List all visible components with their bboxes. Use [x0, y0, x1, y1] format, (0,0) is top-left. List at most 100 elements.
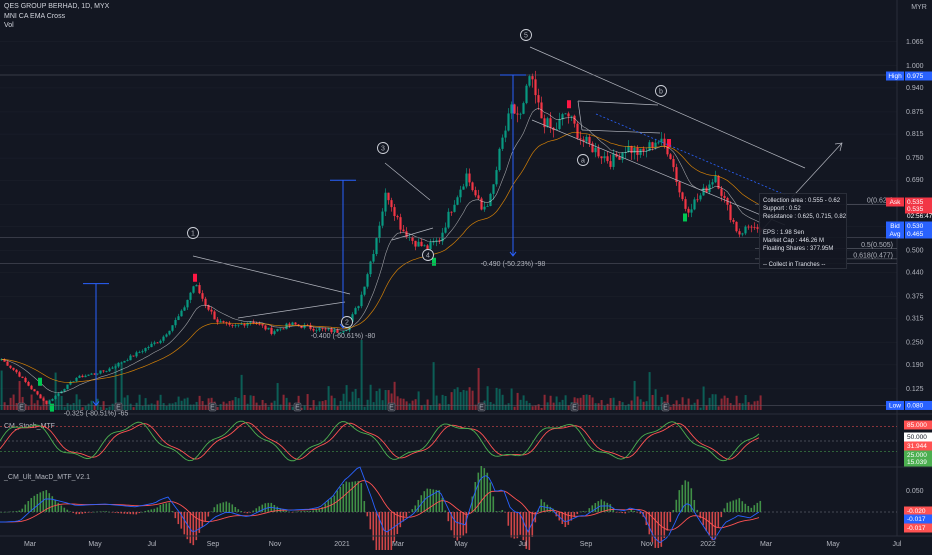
macd-histogram-bar [94, 512, 96, 513]
indicator-volume-label[interactable]: Vol [4, 22, 14, 29]
macd-histogram-bar [91, 512, 93, 513]
candle-body [468, 174, 470, 183]
wave-label-text: 2 [345, 319, 349, 326]
macd-histogram-bar [313, 510, 315, 512]
candle-body [9, 366, 11, 368]
candle-body [387, 193, 389, 200]
volume-bar [454, 389, 456, 410]
macd-histogram-bar [448, 512, 450, 521]
chart-stage[interactable]: 0(0.625)0.5(0.505)0.618(0.477)-0.325 (-8… [0, 0, 932, 550]
candle-body [219, 321, 221, 322]
candle-body [429, 242, 431, 249]
price-chart[interactable]: 0(0.625)0.5(0.505)0.618(0.477)-0.325 (-8… [0, 0, 932, 550]
volume-bar [670, 407, 672, 410]
candle-body [474, 190, 476, 195]
macd-histogram-bar [367, 512, 369, 516]
candle-body [354, 308, 356, 314]
candle-body [684, 199, 686, 209]
candle-body [243, 324, 245, 326]
macd-histogram-bar [166, 503, 168, 512]
macd-histogram-bar [172, 511, 174, 512]
volume-bar [55, 373, 57, 410]
candle-body [111, 368, 113, 369]
volume-bar [352, 392, 354, 410]
macd-histogram-bar [358, 481, 360, 512]
candle-body [324, 329, 326, 330]
volume-bar [265, 403, 267, 410]
measure-label: -0.325 (-80.51%) -65 [64, 410, 129, 417]
macd-histogram-bar [112, 512, 114, 513]
volume-bar [676, 400, 678, 410]
volume-bar [673, 404, 675, 410]
volume-bar [496, 388, 498, 410]
bid-value-label: 0.530 [907, 223, 924, 230]
macd-histogram-bar [760, 501, 762, 512]
macd-histogram-bar [217, 504, 219, 512]
candle-body [480, 199, 482, 210]
volume-bar [373, 402, 375, 410]
measure-label: -0.490 (-50.23%) -98 [481, 261, 546, 268]
candle-body [600, 156, 602, 158]
earnings-marker-label: E [210, 405, 215, 412]
info-line: Support : 0.52 [763, 205, 843, 213]
volume-bar [547, 402, 549, 410]
candle-body [267, 328, 269, 330]
macd-histogram-bar [244, 512, 246, 513]
volume-bar [580, 398, 582, 410]
volume-bar [538, 404, 540, 410]
macd-histogram-bar [433, 489, 435, 512]
macd-histogram-bar [52, 496, 54, 512]
time-tick-label: 2021 [334, 541, 350, 548]
candle-body [714, 176, 716, 182]
candle-body [681, 192, 683, 199]
candle-body [48, 401, 50, 404]
macd-histogram-bar [298, 511, 300, 512]
wave-label-text: b [659, 88, 663, 95]
candle-body [210, 310, 212, 312]
macd-histogram-bar [370, 512, 372, 529]
candle-body [519, 114, 521, 115]
candle-body [396, 216, 398, 217]
time-tick-label: May [826, 541, 840, 548]
candle-body [633, 148, 635, 153]
macd-histogram-bar [727, 503, 729, 512]
macd-histogram-bar [679, 490, 681, 512]
volume-bar [616, 406, 618, 410]
macd-histogram-bar [79, 512, 81, 514]
volume-bar [703, 387, 705, 410]
candle-body [135, 352, 137, 356]
candle-body [42, 398, 44, 400]
candle-body [513, 104, 515, 113]
macd-histogram-bar [97, 512, 99, 513]
volume-bar [31, 395, 33, 410]
volume-bar [709, 398, 711, 410]
candle-body [669, 154, 671, 159]
price-tick-label: 1.000 [906, 63, 924, 70]
candle-body [321, 328, 323, 329]
candle-body [612, 154, 614, 167]
macd-histogram-bar [124, 512, 126, 514]
macd-histogram-bar [211, 512, 213, 513]
macd-histogram-bar [586, 511, 588, 512]
macd-histogram-bar [262, 505, 264, 512]
macd-histogram-bar [139, 512, 141, 513]
macd-histogram-bar [595, 503, 597, 512]
volume-bar [283, 395, 285, 410]
candle-body [465, 174, 467, 187]
macd-histogram-bar [502, 510, 504, 512]
candle-body [78, 376, 80, 378]
symbol-title[interactable]: QES GROUP BERHAD, 1D, MYX [4, 3, 109, 10]
indicator-ema-cross-label[interactable]: MNI CA EMA Cross [4, 13, 65, 20]
price-tick-label: 0.375 [906, 294, 924, 301]
macd-histogram-bar [718, 512, 720, 527]
candle-body [723, 196, 725, 198]
volume-bar [715, 394, 717, 410]
candle-body [360, 295, 362, 306]
volume-bar [514, 407, 516, 410]
volume-bar [640, 399, 642, 410]
volume-bar [529, 403, 531, 410]
candle-body [621, 152, 623, 159]
candle-body [192, 286, 194, 292]
volume-bar [382, 400, 384, 410]
macd-histogram-bar [238, 509, 240, 512]
